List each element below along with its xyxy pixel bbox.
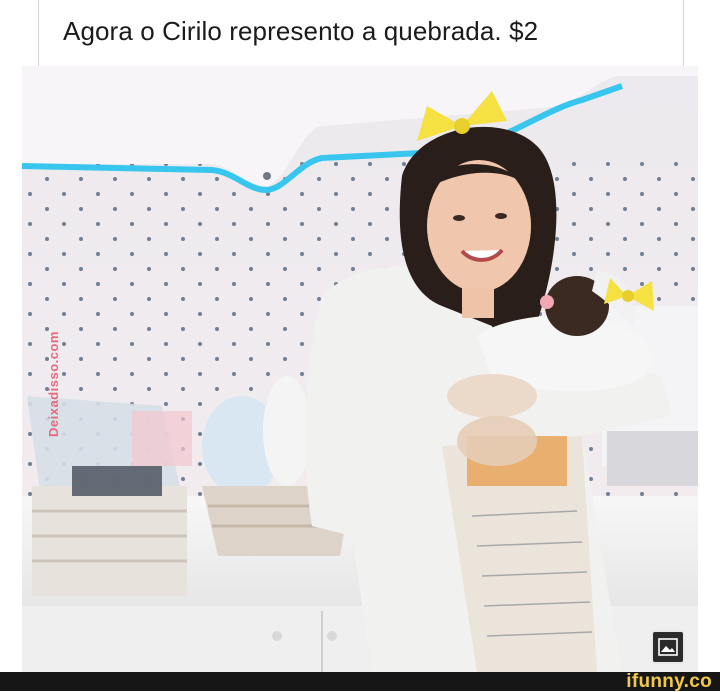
post-photo[interactable]: Deixadisso.com <box>22 66 698 672</box>
caption-box: Agora o Cirilo represento a quebrada. $2 <box>38 0 684 66</box>
ifunny-logo[interactable]: ifunny.co <box>626 672 712 691</box>
gloved-hand <box>457 416 537 466</box>
photo-illustration <box>22 66 698 672</box>
post-caption: Agora o Cirilo represento a quebrada. $2 <box>63 16 539 46</box>
gloved-hand <box>447 374 537 418</box>
post-card: Agora o Cirilo represento a quebrada. $2 <box>0 0 720 672</box>
photo-watermark: Deixadisso.com <box>46 331 61 437</box>
image-icon[interactable] <box>651 630 685 664</box>
footer-bar: ifunny.co <box>0 672 720 691</box>
left-basket <box>32 486 187 596</box>
shelf-knob <box>263 172 271 180</box>
